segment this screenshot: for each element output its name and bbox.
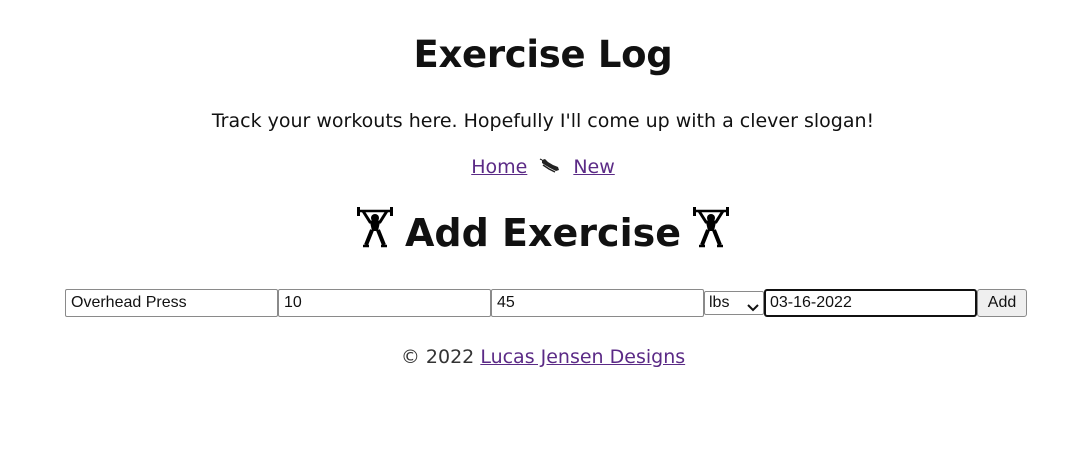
nav-link-new[interactable]: New [573, 156, 614, 178]
weight-input[interactable] [491, 289, 704, 317]
nav-link-home[interactable]: Home [471, 156, 527, 178]
weightlifter-icon [355, 206, 395, 248]
copyright-text: © 2022 [400, 346, 475, 368]
main-nav: Home New [0, 155, 1086, 179]
site-slogan: Track your workouts here. Hopefully I'll… [211, 110, 875, 132]
page-heading-text: Add Exercise [405, 211, 681, 255]
reps-input[interactable] [278, 289, 491, 317]
unit-select[interactable]: lbs [704, 291, 764, 315]
weightlifter-icon [691, 206, 731, 248]
exercise-name-input[interactable] [65, 289, 278, 317]
chevron-down-icon [747, 298, 759, 312]
site-footer: © 2022 Lucas Jensen Designs [0, 345, 1086, 369]
add-exercise-form: lbs Add [65, 288, 1028, 318]
footer-designer-link[interactable]: Lucas Jensen Designs [480, 346, 685, 368]
running-shoe-icon [539, 156, 561, 174]
date-input[interactable] [764, 289, 977, 317]
site-title: Exercise Log [413, 33, 673, 76]
page-heading: Add Exercise [0, 206, 1086, 259]
add-button[interactable]: Add [977, 289, 1027, 317]
unit-select-value: lbs [709, 294, 730, 311]
